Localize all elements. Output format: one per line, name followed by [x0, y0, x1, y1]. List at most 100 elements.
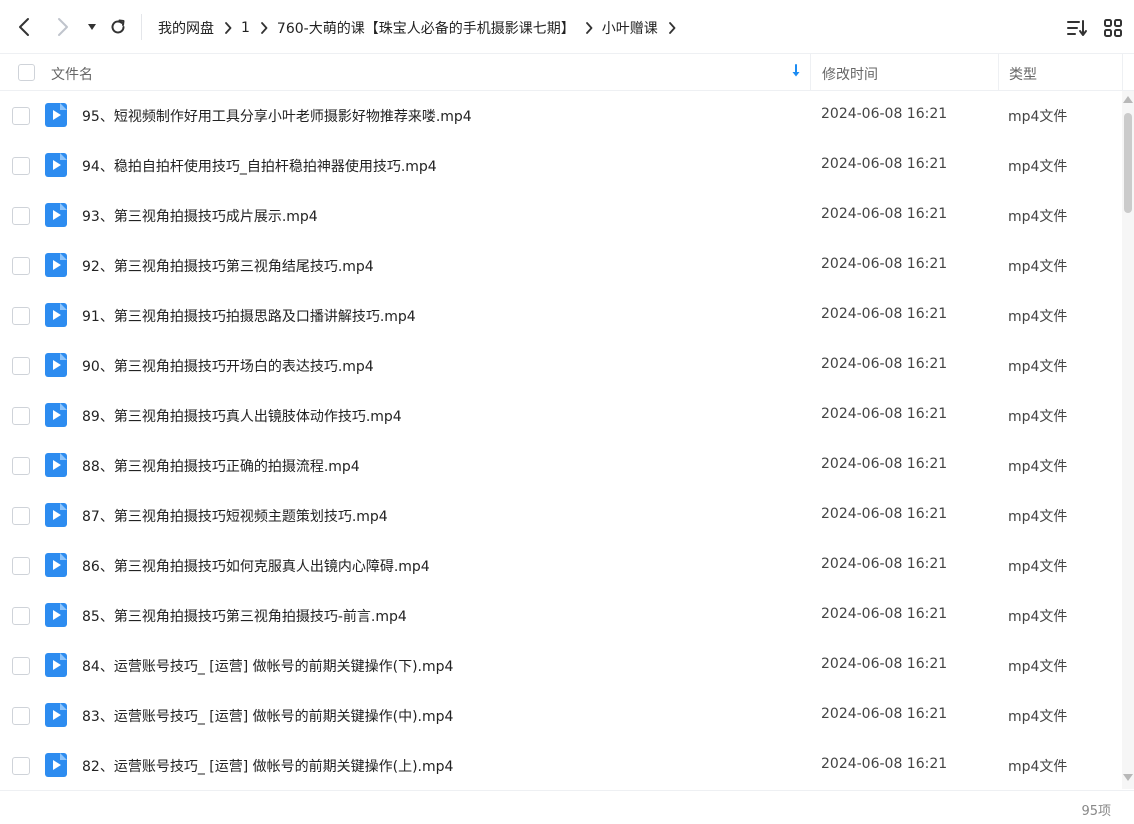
file-name[interactable]: 95、短视频制作好用工具分享小叶老师摄影好物推荐来喽.mp4	[82, 106, 472, 126]
file-name[interactable]: 82、运营账号技巧_ [运营] 做帐号的前期关键操作(上).mp4	[82, 756, 453, 776]
file-name[interactable]: 89、第三视角拍摄技巧真人出镜肢体动作技巧.mp4	[82, 406, 402, 426]
file-row[interactable]: 85、第三视角拍摄技巧第三视角拍摄技巧-前言.mp4 2024-06-08 16…	[0, 591, 1122, 641]
scroll-thumb[interactable]	[1124, 113, 1132, 213]
scroll-down-arrow-icon[interactable]	[1123, 774, 1133, 781]
file-row[interactable]: 83、运营账号技巧_ [运营] 做帐号的前期关键操作(中).mp4 2024-0…	[0, 691, 1122, 741]
row-checkbox[interactable]	[12, 257, 30, 275]
file-modified-time: 2024-06-08 16:21	[821, 756, 948, 772]
row-checkbox[interactable]	[12, 557, 30, 575]
row-checkbox[interactable]	[12, 157, 30, 175]
file-name[interactable]: 87、第三视角拍摄技巧短视频主题策划技巧.mp4	[82, 506, 388, 526]
file-type: mp4文件	[1008, 759, 1068, 775]
grid-view-icon[interactable]	[1102, 17, 1124, 39]
file-name[interactable]: 90、第三视角拍摄技巧开场白的表达技巧.mp4	[82, 356, 374, 376]
file-name[interactable]: 85、第三视角拍摄技巧第三视角拍摄技巧-前言.mp4	[82, 606, 407, 626]
file-name[interactable]: 88、第三视角拍摄技巧正确的拍摄流程.mp4	[82, 456, 360, 476]
file-name[interactable]: 94、稳拍自拍杆使用技巧_自拍杆稳拍神器使用技巧.mp4	[82, 156, 437, 176]
video-file-icon	[45, 453, 67, 477]
file-name[interactable]: 92、第三视角拍摄技巧第三视角结尾技巧.mp4	[82, 256, 374, 276]
file-name[interactable]: 83、运营账号技巧_ [运营] 做帐号的前期关键操作(中).mp4	[82, 706, 453, 726]
sort-arrow-icon[interactable]	[791, 64, 801, 82]
file-row[interactable]: 82、运营账号技巧_ [运营] 做帐号的前期关键操作(上).mp4 2024-0…	[0, 741, 1122, 791]
breadcrumb: 我的网盘 1 760-大萌的课【珠宝人必备的手机摄影课七期】 小叶赠课	[158, 16, 685, 40]
row-checkbox[interactable]	[12, 707, 30, 725]
scroll-up-arrow-icon[interactable]	[1123, 96, 1133, 103]
file-name[interactable]: 93、第三视角拍摄技巧成片展示.mp4	[82, 206, 318, 226]
sort-icon[interactable]	[1066, 17, 1088, 39]
file-type: mp4文件	[1008, 409, 1068, 425]
file-modified-time: 2024-06-08 16:21	[821, 706, 948, 722]
row-checkbox[interactable]	[12, 657, 30, 675]
file-name[interactable]: 86、第三视角拍摄技巧如何克服真人出镜内心障碍.mp4	[82, 556, 430, 576]
file-modified-time: 2024-06-08 16:21	[821, 456, 948, 472]
file-modified-time: 2024-06-08 16:21	[821, 306, 948, 322]
file-row[interactable]: 95、短视频制作好用工具分享小叶老师摄影好物推荐来喽.mp4 2024-06-0…	[0, 91, 1122, 141]
file-row[interactable]: 84、运营账号技巧_ [运营] 做帐号的前期关键操作(下).mp4 2024-0…	[0, 641, 1122, 691]
file-row[interactable]: 91、第三视角拍摄技巧拍摄思路及口播讲解技巧.mp4 2024-06-08 16…	[0, 291, 1122, 341]
video-file-icon	[45, 503, 67, 527]
file-name[interactable]: 91、第三视角拍摄技巧拍摄思路及口播讲解技巧.mp4	[82, 306, 416, 326]
file-row[interactable]: 93、第三视角拍摄技巧成片展示.mp4 2024-06-08 16:21 mp4…	[0, 191, 1122, 241]
video-file-icon	[45, 653, 67, 677]
file-type: mp4文件	[1008, 209, 1068, 225]
history-dropdown-icon[interactable]	[80, 15, 104, 39]
file-type: mp4文件	[1008, 559, 1068, 575]
footer-divider	[0, 790, 1134, 791]
column-divider[interactable]	[998, 54, 999, 91]
toolbar: 我的网盘 1 760-大萌的课【珠宝人必备的手机摄影课七期】 小叶赠课	[0, 0, 1134, 54]
forward-icon[interactable]	[51, 15, 75, 39]
back-icon[interactable]	[12, 15, 36, 39]
row-checkbox[interactable]	[12, 307, 30, 325]
file-row[interactable]: 86、第三视角拍摄技巧如何克服真人出镜内心障碍.mp4 2024-06-08 1…	[0, 541, 1122, 591]
video-file-icon	[45, 353, 67, 377]
row-checkbox[interactable]	[12, 757, 30, 775]
file-type: mp4文件	[1008, 509, 1068, 525]
file-type: mp4文件	[1008, 159, 1068, 175]
file-row[interactable]: 94、稳拍自拍杆使用技巧_自拍杆稳拍神器使用技巧.mp4 2024-06-08 …	[0, 141, 1122, 191]
file-type: mp4文件	[1008, 309, 1068, 325]
file-modified-time: 2024-06-08 16:21	[821, 206, 948, 222]
breadcrumb-item-current[interactable]: 小叶赠课	[602, 18, 658, 38]
file-type: mp4文件	[1008, 359, 1068, 375]
video-file-icon	[45, 703, 67, 727]
breadcrumb-item-1[interactable]: 1	[241, 20, 250, 36]
file-modified-time: 2024-06-08 16:21	[821, 406, 948, 422]
file-name[interactable]: 84、运营账号技巧_ [运营] 做帐号的前期关键操作(下).mp4	[82, 656, 453, 676]
file-row[interactable]: 92、第三视角拍摄技巧第三视角结尾技巧.mp4 2024-06-08 16:21…	[0, 241, 1122, 291]
file-modified-time: 2024-06-08 16:21	[821, 606, 948, 622]
file-type: mp4文件	[1008, 459, 1068, 475]
video-file-icon	[45, 603, 67, 627]
file-row[interactable]: 87、第三视角拍摄技巧短视频主题策划技巧.mp4 2024-06-08 16:2…	[0, 491, 1122, 541]
column-header-type[interactable]: 类型	[1009, 64, 1037, 84]
file-type: mp4文件	[1008, 709, 1068, 725]
file-modified-time: 2024-06-08 16:21	[821, 256, 948, 272]
video-file-icon	[45, 103, 67, 127]
table-header: 文件名 修改时间 类型	[0, 54, 1134, 91]
file-row[interactable]: 90、第三视角拍摄技巧开场白的表达技巧.mp4 2024-06-08 16:21…	[0, 341, 1122, 391]
column-divider[interactable]	[810, 54, 811, 91]
breadcrumb-item-root[interactable]: 我的网盘	[158, 18, 214, 38]
refresh-icon[interactable]	[106, 15, 130, 39]
chevron-right-icon	[585, 22, 593, 34]
scrollbar[interactable]	[1122, 91, 1134, 789]
breadcrumb-item-course[interactable]: 760-大萌的课【珠宝人必备的手机摄影课七期】	[277, 18, 575, 38]
file-modified-time: 2024-06-08 16:21	[821, 656, 948, 672]
select-all-checkbox[interactable]	[18, 64, 35, 81]
video-file-icon	[45, 153, 67, 177]
row-checkbox[interactable]	[12, 507, 30, 525]
column-header-name[interactable]: 文件名	[51, 64, 93, 84]
file-row[interactable]: 89、第三视角拍摄技巧真人出镜肢体动作技巧.mp4 2024-06-08 16:…	[0, 391, 1122, 441]
file-type: mp4文件	[1008, 109, 1068, 125]
row-checkbox[interactable]	[12, 457, 30, 475]
chevron-right-icon[interactable]	[668, 22, 676, 34]
chevron-right-icon	[260, 22, 268, 34]
row-checkbox[interactable]	[12, 407, 30, 425]
column-header-time[interactable]: 修改时间	[822, 64, 878, 84]
file-modified-time: 2024-06-08 16:21	[821, 106, 948, 122]
row-checkbox[interactable]	[12, 357, 30, 375]
row-checkbox[interactable]	[12, 107, 30, 125]
row-checkbox[interactable]	[12, 607, 30, 625]
video-file-icon	[45, 203, 67, 227]
file-row[interactable]: 88、第三视角拍摄技巧正确的拍摄流程.mp4 2024-06-08 16:21 …	[0, 441, 1122, 491]
row-checkbox[interactable]	[12, 207, 30, 225]
